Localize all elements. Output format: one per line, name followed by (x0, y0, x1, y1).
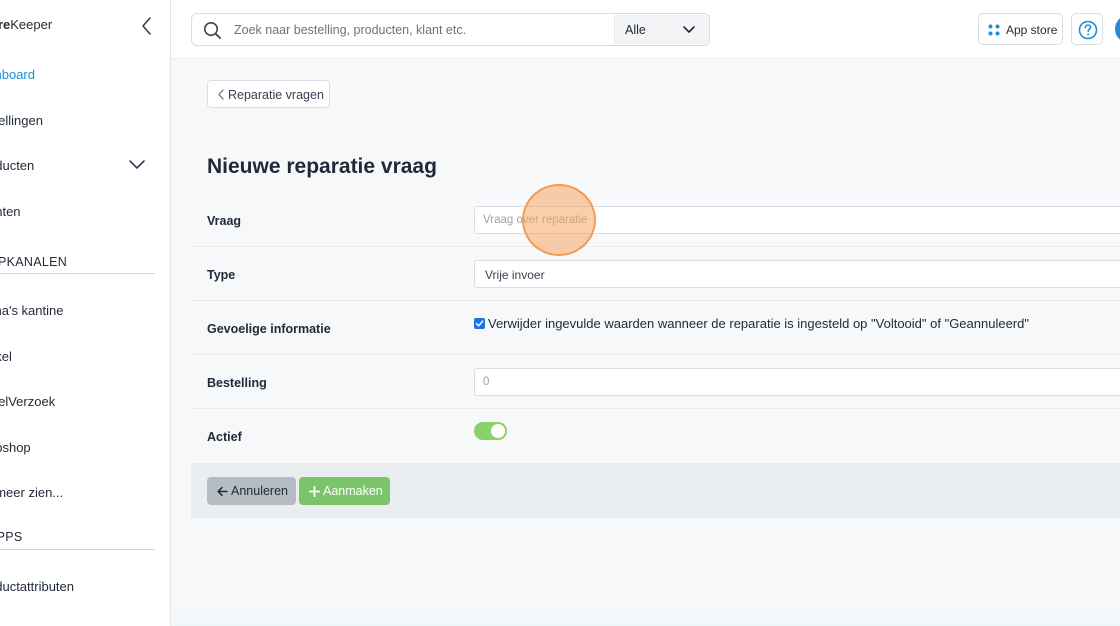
active-toggle[interactable] (474, 422, 507, 440)
question-label: Vraag (207, 214, 242, 228)
form-row-order: Bestelling (191, 355, 1120, 409)
divider (0, 549, 155, 550)
arrow-left-icon (217, 486, 228, 497)
sensitive-info-label: Gevoelige informatie (207, 322, 331, 336)
order-input[interactable] (474, 368, 1120, 396)
search-icon (204, 22, 221, 39)
chevron-left-icon (142, 17, 151, 35)
back-button-label: Reparatie vragen (228, 88, 324, 102)
toggle-knob (491, 424, 505, 438)
type-select[interactable]: Vrije invoer (474, 260, 1120, 288)
create-button[interactable]: Aanmaken (299, 477, 390, 505)
form-row-active: Actief (191, 409, 1120, 463)
sidebar-item-customers[interactable]: anten (0, 204, 21, 219)
active-label: Actief (207, 430, 242, 444)
divider (0, 273, 155, 274)
question-circle-icon (1078, 20, 1098, 40)
cancel-button[interactable]: Annuleren (207, 477, 296, 505)
sidebar: oreKeeper shboard stellingen oducten ant… (0, 0, 171, 626)
sidebar-item-channel[interactable]: nkel (0, 349, 12, 364)
chevron-down-icon (683, 26, 695, 33)
search-input[interactable] (234, 15, 604, 44)
app-store-label: App store (1006, 23, 1058, 37)
search-bar: Alle (191, 13, 710, 46)
section-heading-sales-channels: OPKANALEN (0, 255, 68, 269)
app-store-button[interactable]: App store (978, 13, 1063, 45)
chevron-down-icon (129, 160, 145, 169)
page-title: Nieuwe reparatie vraag (207, 155, 437, 178)
clear-values-checkbox[interactable] (474, 318, 485, 329)
sidebar-item-channel[interactable]: ebshop (0, 440, 31, 455)
cancel-button-label: Annuleren (231, 484, 288, 498)
form-row-sensitive-info: Gevoelige informatie Verwijder ingevulde… (191, 301, 1120, 355)
top-bar: Alle App store (171, 0, 1120, 59)
clear-values-checkbox-label[interactable]: Verwijder ingevulde waarden wanneer de r… (488, 316, 1029, 331)
expand-products-button[interactable] (128, 158, 146, 172)
form-row-type: Type Vrije invoer (191, 247, 1120, 301)
create-button-label: Aanmaken (323, 484, 383, 498)
sidebar-item-orders[interactable]: stellingen (0, 113, 43, 128)
type-select-value: Vrije invoer (485, 268, 545, 282)
sidebar-item-app[interactable]: oductattributen (0, 579, 74, 594)
order-label: Bestelling (207, 376, 267, 390)
brand-logo: oreKeeper (0, 17, 53, 32)
form-row-question: Vraag (191, 193, 1120, 247)
checkmark-icon (475, 320, 484, 327)
chevron-left-icon (218, 89, 224, 100)
form-action-bar: Annuleren Aanmaken (191, 463, 1120, 518)
search-scope-select[interactable]: Alle (614, 15, 709, 44)
search-scope-value: Alle (625, 23, 646, 37)
sidebar-item-channel[interactable]: cha's kantine (0, 303, 63, 318)
content-footer-gradient (171, 604, 1120, 626)
sidebar-item-channel[interactable]: stelVerzoek (0, 394, 55, 409)
sidebar-item-show-more[interactable]: t meer zien... (0, 485, 63, 500)
collapse-sidebar-button[interactable] (138, 15, 156, 37)
back-to-repair-questions-button[interactable]: Reparatie vragen (207, 80, 330, 108)
user-avatar[interactable] (1115, 15, 1120, 43)
help-button[interactable] (1071, 13, 1103, 45)
section-heading-apps: APPS (0, 530, 23, 544)
plus-icon (309, 486, 320, 497)
type-label: Type (207, 268, 236, 282)
app-grid-icon (988, 24, 1000, 36)
question-input[interactable] (474, 206, 1120, 234)
main-content: Reparatie vragen Nieuwe reparatie vraag … (171, 59, 1120, 626)
sidebar-item-dashboard[interactable]: shboard (0, 67, 35, 82)
sidebar-item-products[interactable]: oducten (0, 158, 34, 173)
